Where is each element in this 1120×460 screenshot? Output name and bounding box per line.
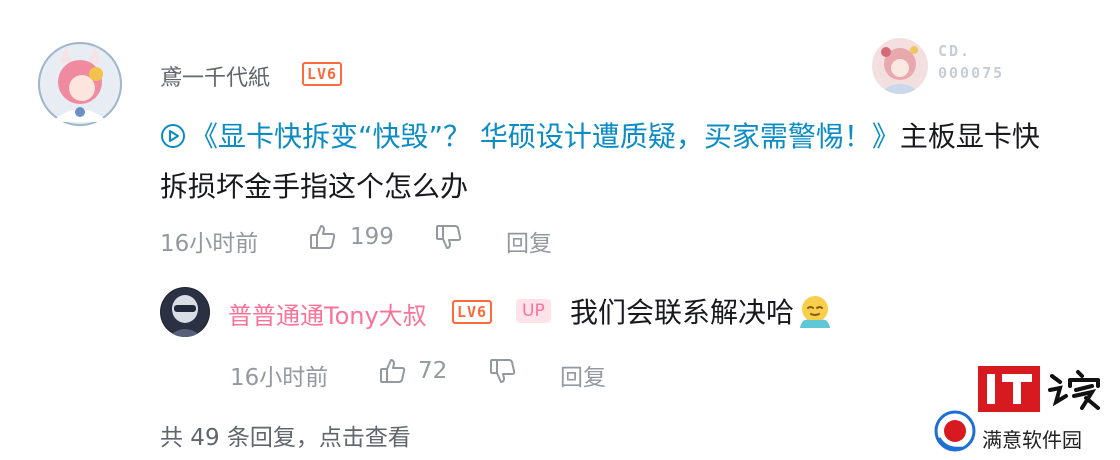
play-icon xyxy=(161,124,185,148)
site-logo-icon xyxy=(934,410,976,452)
fan-badge-line1: CD. xyxy=(938,42,972,60)
comment-time: 16小时前 xyxy=(160,231,259,257)
avatar[interactable] xyxy=(38,42,122,126)
view-more-replies-link[interactable]: 共 49 条回复，点击查看 xyxy=(160,418,411,452)
comment-username[interactable]: 鳶一千代紙 xyxy=(160,60,270,92)
thumb-down-icon[interactable] xyxy=(434,222,464,252)
it-home-logo xyxy=(978,366,1040,412)
up-badge: UP xyxy=(516,299,551,323)
emoji-sticker xyxy=(800,296,831,328)
level-badge: LV6 xyxy=(302,62,343,86)
watermark-site-name: 满意软件园 xyxy=(982,428,1082,452)
video-link-title: 《显卡快拆变“快毁”？ 华硕设计遭质疑，买家需警惕！》 xyxy=(190,120,900,153)
video-link[interactable]: 《显卡快拆变“快毁”？ 华硕设计遭质疑，买家需警惕！》 xyxy=(160,120,900,153)
it-home-logo-chinese xyxy=(1048,370,1100,410)
reply-reply-button[interactable]: 回复 xyxy=(560,358,606,392)
reply-button[interactable]: 回复 xyxy=(506,224,552,258)
like-count: 199 xyxy=(350,224,394,250)
thumb-up-icon[interactable] xyxy=(308,222,338,252)
thumb-down-icon[interactable] xyxy=(488,356,518,386)
reply-time: 16小时前 xyxy=(230,365,329,391)
reply-level-badge: LV6 xyxy=(452,300,493,324)
reply-like-count: 72 xyxy=(418,358,448,384)
reply-avatar[interactable] xyxy=(160,287,210,337)
fan-badge-avatar[interactable] xyxy=(872,38,928,94)
fan-badge-line2: 000075 xyxy=(938,64,1005,82)
reply-text: 我们会联系解决哈 xyxy=(570,296,795,329)
fan-badge: CD. 000075 xyxy=(938,40,1004,84)
thumb-up-icon[interactable] xyxy=(378,356,408,386)
comment-content: 《显卡快拆变“快毁”？ 华硕设计遭质疑，买家需警惕！》主板显卡快拆损坏金手指这个… xyxy=(160,112,1060,212)
reply-content: 我们会联系解决哈 xyxy=(570,292,834,333)
reply-username[interactable]: 普普通通Tony大叔 xyxy=(228,296,427,331)
